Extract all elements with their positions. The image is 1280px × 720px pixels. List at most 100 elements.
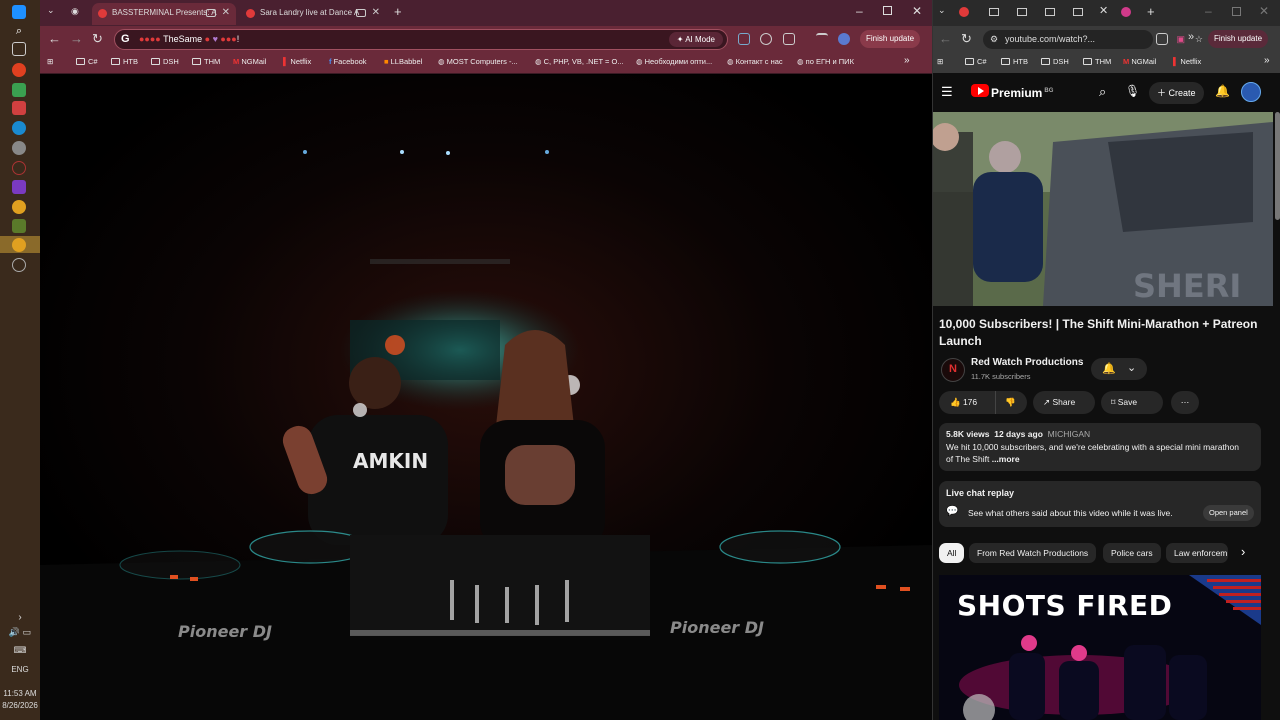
search-icon[interactable]: ⌕ [1099, 84, 1106, 100]
maximize-icon[interactable] [883, 6, 892, 15]
youtube-logo-icon[interactable] [971, 84, 989, 97]
subscription-bell-button[interactable]: 🔔 ⌄ [1091, 358, 1147, 380]
url-bar[interactable]: ⚙ youtube.com/watch?... ▣ ☆ [983, 30, 1203, 49]
finish-update-button[interactable]: Finish update [1208, 30, 1269, 48]
youtube-tab-icon[interactable] [1121, 7, 1131, 17]
apps-grid-icon[interactable]: ⊞ [937, 57, 943, 66]
bookmark-egn[interactable]: ◍ по ЕГН и ПИК [797, 57, 854, 66]
clock-time[interactable]: 11:53 AM [0, 689, 40, 698]
like-button[interactable]: 👍 176 [950, 391, 977, 414]
opera-icon[interactable] [12, 161, 26, 175]
tab-search-icon[interactable]: ⌄ [938, 5, 946, 16]
omnibox[interactable]: G ●●●● TheSame ● ♥ ●●●! ✦ AI Mode [114, 29, 728, 50]
tab-bassterminal[interactable]: BASSTERMINAL Presents: A ✕ [92, 3, 236, 25]
edge-icon[interactable] [12, 121, 26, 135]
bookmark-c-php-vb[interactable]: ◍ C, PHP, VB, .NET = O... [535, 57, 624, 66]
chrome-active-icon[interactable] [12, 238, 26, 252]
share-button[interactable]: ↗ Share [1033, 391, 1095, 414]
bookmark-neobhodimi[interactable]: ◍ Необходими опти... [636, 57, 712, 66]
more-link[interactable]: ...more [992, 454, 1020, 464]
close-tab-icon[interactable]: ✕ [1099, 4, 1108, 17]
maximize-icon[interactable] [1232, 7, 1241, 16]
new-tab-icon[interactable]: + [1147, 4, 1155, 19]
ai-mode-button[interactable]: ✦ AI Mode [668, 32, 723, 47]
bookmark-htb[interactable]: HTB [1001, 57, 1028, 66]
firefox-icon[interactable] [12, 63, 26, 77]
channel-avatar[interactable]: N [941, 358, 965, 382]
bookmark-facebook[interactable]: f Facebook [329, 57, 367, 66]
site-settings-icon[interactable]: ⚙ [990, 30, 998, 49]
keyboard-icon[interactable]: ⌨ [0, 645, 40, 656]
chip-all[interactable]: All [939, 543, 965, 563]
extensions-puzzle-icon[interactable] [1156, 33, 1168, 45]
forward-icon[interactable]: → [70, 31, 83, 46]
apps-grid-icon[interactable]: ⊞ [47, 57, 53, 66]
media-tab-icon[interactable] [1073, 8, 1083, 16]
bookmark-dsh[interactable]: DSH [1041, 57, 1069, 66]
youtube-tab-icon[interactable] [959, 7, 969, 17]
close-window-icon[interactable]: ✕ [1259, 4, 1269, 18]
tab-menu-icon[interactable] [816, 33, 828, 45]
app-icon-gray[interactable] [12, 141, 26, 155]
reload-icon[interactable]: ↻ [92, 31, 103, 47]
media-tab-icon[interactable] [1017, 8, 1027, 16]
chip-law-enforcement[interactable]: Law enforcem [1166, 543, 1228, 563]
omnibox-text[interactable]: ●●●● TheSame ● ♥ ●●●! [139, 34, 239, 44]
youtube-brand[interactable]: Premium BG [991, 86, 1053, 100]
minimize-icon[interactable]: – [856, 4, 863, 18]
profile-avatar-icon[interactable] [838, 33, 850, 45]
bookmarks-overflow-icon[interactable]: » [1264, 55, 1270, 66]
bookmark-thm[interactable]: THM [1083, 57, 1111, 66]
close-tab-icon[interactable]: ✕ [222, 3, 230, 23]
task-view-icon[interactable] [12, 42, 26, 56]
media-tab-icon[interactable] [989, 8, 999, 16]
tab-sara-landry[interactable]: Sara Landry live at Dance A ✕ [240, 3, 386, 25]
video-player[interactable]: SHERI [933, 112, 1273, 306]
channel-name[interactable]: Red Watch Productions [971, 357, 1083, 368]
chip-police-cars[interactable]: Police cars [1103, 543, 1161, 563]
bookmark-star-icon[interactable]: ☆ [1195, 30, 1203, 49]
overflow-icon[interactable]: » [1188, 31, 1194, 43]
minimize-icon[interactable]: – [1205, 4, 1212, 18]
menu-hamburger-icon[interactable]: ☰ [941, 84, 953, 100]
save-button[interactable]: ⌑ Save [1101, 391, 1163, 414]
back-icon[interactable]: ← [48, 31, 61, 46]
close-window-icon[interactable]: ✕ [912, 4, 922, 18]
media-tab-icon[interactable] [1045, 8, 1055, 16]
create-button[interactable]: ＋ Create [1149, 82, 1204, 104]
bookmark-netflix[interactable]: ▌ Netflix [1173, 57, 1201, 66]
account-avatar[interactable] [1241, 82, 1261, 102]
extension-icon-2[interactable] [760, 33, 772, 45]
clock-app-icon[interactable] [12, 258, 26, 272]
notifications-bell-icon[interactable]: 🔔 [1215, 84, 1230, 98]
chevron-right-icon[interactable]: › [1241, 544, 1245, 559]
language-indicator[interactable]: ENG [0, 665, 40, 674]
bookmark-ngmail[interactable]: M NGMail [1123, 57, 1156, 66]
install-app-icon[interactable]: ▣ [1176, 30, 1185, 49]
microphone-icon[interactable]: 🎙 [1125, 84, 1140, 98]
windows-start-icon[interactable] [12, 5, 26, 19]
close-tab-icon[interactable]: ✕ [372, 3, 380, 23]
tab-search-icon[interactable]: ⌄ [47, 5, 55, 16]
extensions-puzzle-icon[interactable] [783, 33, 795, 45]
volume-network-icons[interactable]: 🔊 ▭ [0, 627, 40, 638]
bookmark-ngmail[interactable]: M NGMail [233, 57, 266, 66]
chip-from-channel[interactable]: From Red Watch Productions [969, 543, 1097, 563]
bookmark-c-sharp[interactable]: C# [965, 57, 987, 66]
app-icon-green[interactable] [12, 83, 26, 97]
bookmark-most-computers[interactable]: ◍ MOST Computers -... [438, 57, 518, 66]
app-icon-olive[interactable] [12, 219, 26, 233]
bookmark-c-sharp[interactable]: C# [76, 57, 98, 66]
reload-icon[interactable]: ↻ [961, 31, 972, 47]
bookmark-dsh[interactable]: DSH [151, 57, 179, 66]
description-box[interactable]: 5.8K views 12 days ago MICHIGAN We hit 1… [939, 423, 1261, 471]
video-player[interactable]: AMKIN Pioneer DJ Pioneer DJ [40, 75, 932, 720]
page-scrollbar[interactable] [1275, 112, 1280, 220]
extension-icon-1[interactable] [738, 33, 750, 45]
finish-update-button[interactable]: Finish update [860, 30, 921, 48]
dislike-button[interactable]: 👎 [1005, 391, 1016, 414]
bookmark-netflix[interactable]: ▌ Netflix [283, 57, 311, 66]
open-panel-button[interactable]: Open panel [1203, 505, 1254, 521]
back-icon[interactable]: ← [939, 31, 952, 46]
onenote-icon[interactable] [12, 180, 26, 194]
